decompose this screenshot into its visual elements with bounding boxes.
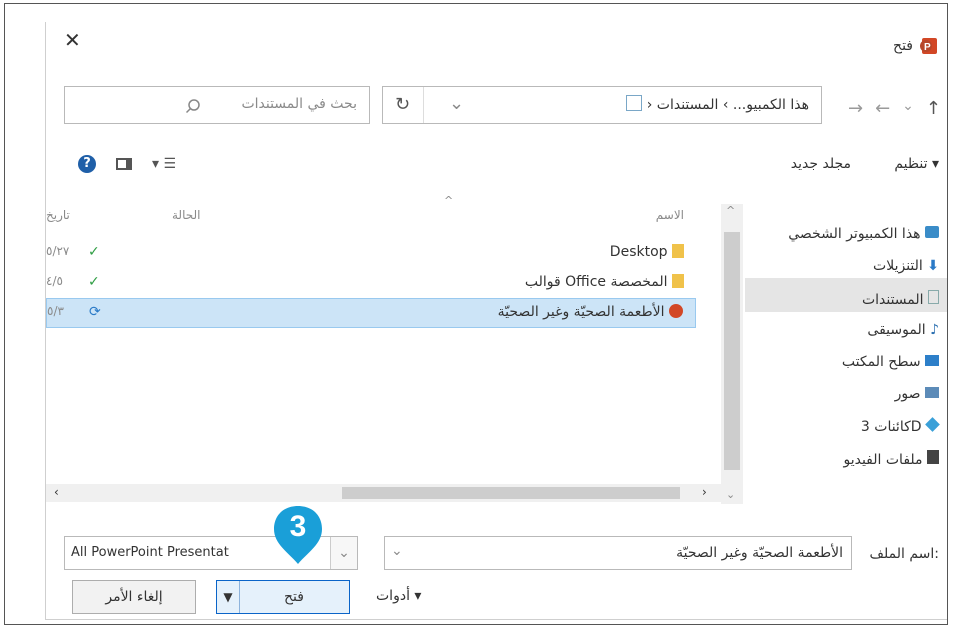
chevron-down-icon[interactable]: ⌄	[902, 98, 914, 119]
preview-pane-icon[interactable]	[116, 158, 132, 170]
open-dropdown-arrow[interactable]: ▼	[217, 581, 240, 613]
downloads-icon: ⬇	[927, 258, 939, 274]
view-toolbar: ? ▾ ☰	[78, 155, 176, 173]
back-arrow-icon[interactable]: →	[848, 98, 863, 119]
title-bar: فتح P	[893, 36, 939, 56]
file-row-selected[interactable]: الأطعمة الصحيّة وغير الصحيّة ⟳ ٥/٣	[46, 298, 696, 328]
dialog-title: فتح	[893, 38, 913, 54]
search-icon	[185, 99, 200, 114]
pictures-icon	[925, 387, 939, 398]
nav-item-3d-objects[interactable]: كائنات 3D	[861, 417, 940, 435]
file-name: الأطعمة الصحيّة وغير الصحيّة	[498, 304, 683, 320]
filename-input[interactable]: الأطعمة الصحيّة وغير الصحيّة	[676, 545, 843, 561]
file-name: قوالب Office المخصصة	[525, 274, 684, 290]
search-box[interactable]: بحث في المستندات	[64, 86, 370, 124]
column-header-name[interactable]: الاسم	[656, 208, 684, 222]
nav-arrows: → ← ⌄ ↑	[848, 98, 941, 119]
synced-icon: ✓	[88, 274, 100, 290]
folder-icon	[672, 274, 684, 288]
open-dialog: ✕ فتح P → ← ⌄ ↑ › هذا الكمبيو... › المست…	[45, 22, 947, 620]
column-header-status[interactable]: الحالة	[172, 208, 200, 222]
nav-item-music[interactable]: الموسيقى ♪	[867, 322, 939, 338]
horizontal-scrollbar[interactable]: ‹ ›	[46, 484, 726, 502]
navigation-pane: ^ ⌄ هذا الكمبيوتر الشخصي التنزيلات ⬇ الم…	[721, 194, 947, 512]
tools-menu[interactable]: أدوات ▾	[376, 588, 421, 604]
breadcrumb: › هذا الكمبيو... › المستندات	[626, 95, 809, 113]
breadcrumb-doc-icon	[626, 95, 643, 111]
scroll-up-icon[interactable]: ^	[726, 204, 735, 217]
nav-item-downloads[interactable]: التنزيلات ⬇	[873, 258, 939, 274]
file-list: الاسم الحالة تاريخ ^ Desktop ✓ ٥/٢٧ قوال…	[46, 194, 696, 482]
horizontal-scroll-thumb[interactable]	[342, 487, 680, 499]
view-options-icon[interactable]: ▾ ☰	[152, 156, 176, 172]
organize-menu[interactable]: تنظيم ▾	[894, 156, 939, 172]
callout-number: 3	[289, 510, 307, 543]
step-callout-badge: 3	[270, 504, 326, 566]
nav-scrollbar[interactable]: ^ ⌄	[721, 204, 743, 504]
close-icon: ✕	[64, 28, 81, 52]
address-bar[interactable]: › هذا الكمبيو... › المستندات ⌄ ↻	[382, 86, 822, 124]
up-arrow-icon[interactable]: ↑	[926, 98, 941, 119]
synced-icon: ✓	[88, 244, 100, 260]
nav-item-videos[interactable]: ملفات الفيديو	[843, 450, 939, 468]
filetype-dropdown-icon[interactable]: ⌄	[330, 537, 357, 569]
new-folder-button[interactable]: مجلد جديد	[791, 156, 851, 172]
sort-indicator-icon: ^	[444, 194, 454, 207]
nav-item-this-pc[interactable]: هذا الكمبيوتر الشخصي	[788, 226, 939, 242]
powerpoint-app-icon: P	[920, 38, 937, 54]
scroll-right-icon[interactable]: ›	[702, 485, 707, 499]
breadcrumb-folder[interactable]: المستندات	[657, 97, 719, 113]
desktop-icon	[925, 355, 939, 366]
column-header-date[interactable]: تاريخ	[46, 208, 70, 222]
nav-item-documents[interactable]: المستندات	[862, 290, 939, 308]
help-icon[interactable]: ?	[78, 155, 96, 173]
open-split-button: ▼ فتح	[216, 580, 350, 614]
nav-item-desktop[interactable]: سطح المكتب	[842, 354, 939, 370]
filename-label: اسم الملف:	[869, 546, 939, 562]
computer-icon	[925, 226, 939, 238]
powerpoint-file-icon	[669, 304, 683, 318]
filename-dropdown-icon[interactable]: ⌄	[391, 543, 403, 559]
refresh-icon[interactable]: ↻	[395, 94, 410, 115]
cancel-button[interactable]: إلغاء الأمر	[72, 580, 196, 614]
documents-icon	[928, 290, 939, 304]
forward-arrow-icon[interactable]: ←	[875, 98, 890, 119]
search-input[interactable]: بحث في المستندات	[241, 96, 357, 112]
nav-scroll-thumb[interactable]	[724, 232, 740, 470]
objects-3d-icon	[925, 417, 940, 432]
file-row[interactable]: قوالب Office المخصصة ✓ ٤/٥	[46, 268, 696, 298]
scroll-down-icon[interactable]: ⌄	[726, 488, 735, 501]
file-name: Desktop	[610, 244, 684, 260]
breadcrumb-root[interactable]: هذا الكمبيو...	[733, 97, 809, 113]
nav-item-pictures[interactable]: صور	[895, 386, 939, 402]
svg-text:P: P	[924, 42, 931, 53]
music-icon: ♪	[930, 322, 939, 338]
syncing-icon: ⟳	[89, 304, 101, 320]
address-dropdown-icon[interactable]: ⌄	[449, 93, 464, 114]
file-row[interactable]: Desktop ✓ ٥/٢٧	[46, 238, 696, 268]
folder-icon	[672, 244, 684, 258]
screenshot-frame: ✕ فتح P → ← ⌄ ↑ › هذا الكمبيو... › المست…	[4, 3, 948, 625]
filename-field[interactable]: الأطعمة الصحيّة وغير الصحيّة ⌄	[384, 536, 852, 570]
scroll-left-icon[interactable]: ‹	[54, 485, 59, 499]
videos-icon	[927, 450, 939, 464]
close-button[interactable]: ✕	[64, 28, 88, 52]
open-button[interactable]: فتح	[239, 581, 349, 613]
